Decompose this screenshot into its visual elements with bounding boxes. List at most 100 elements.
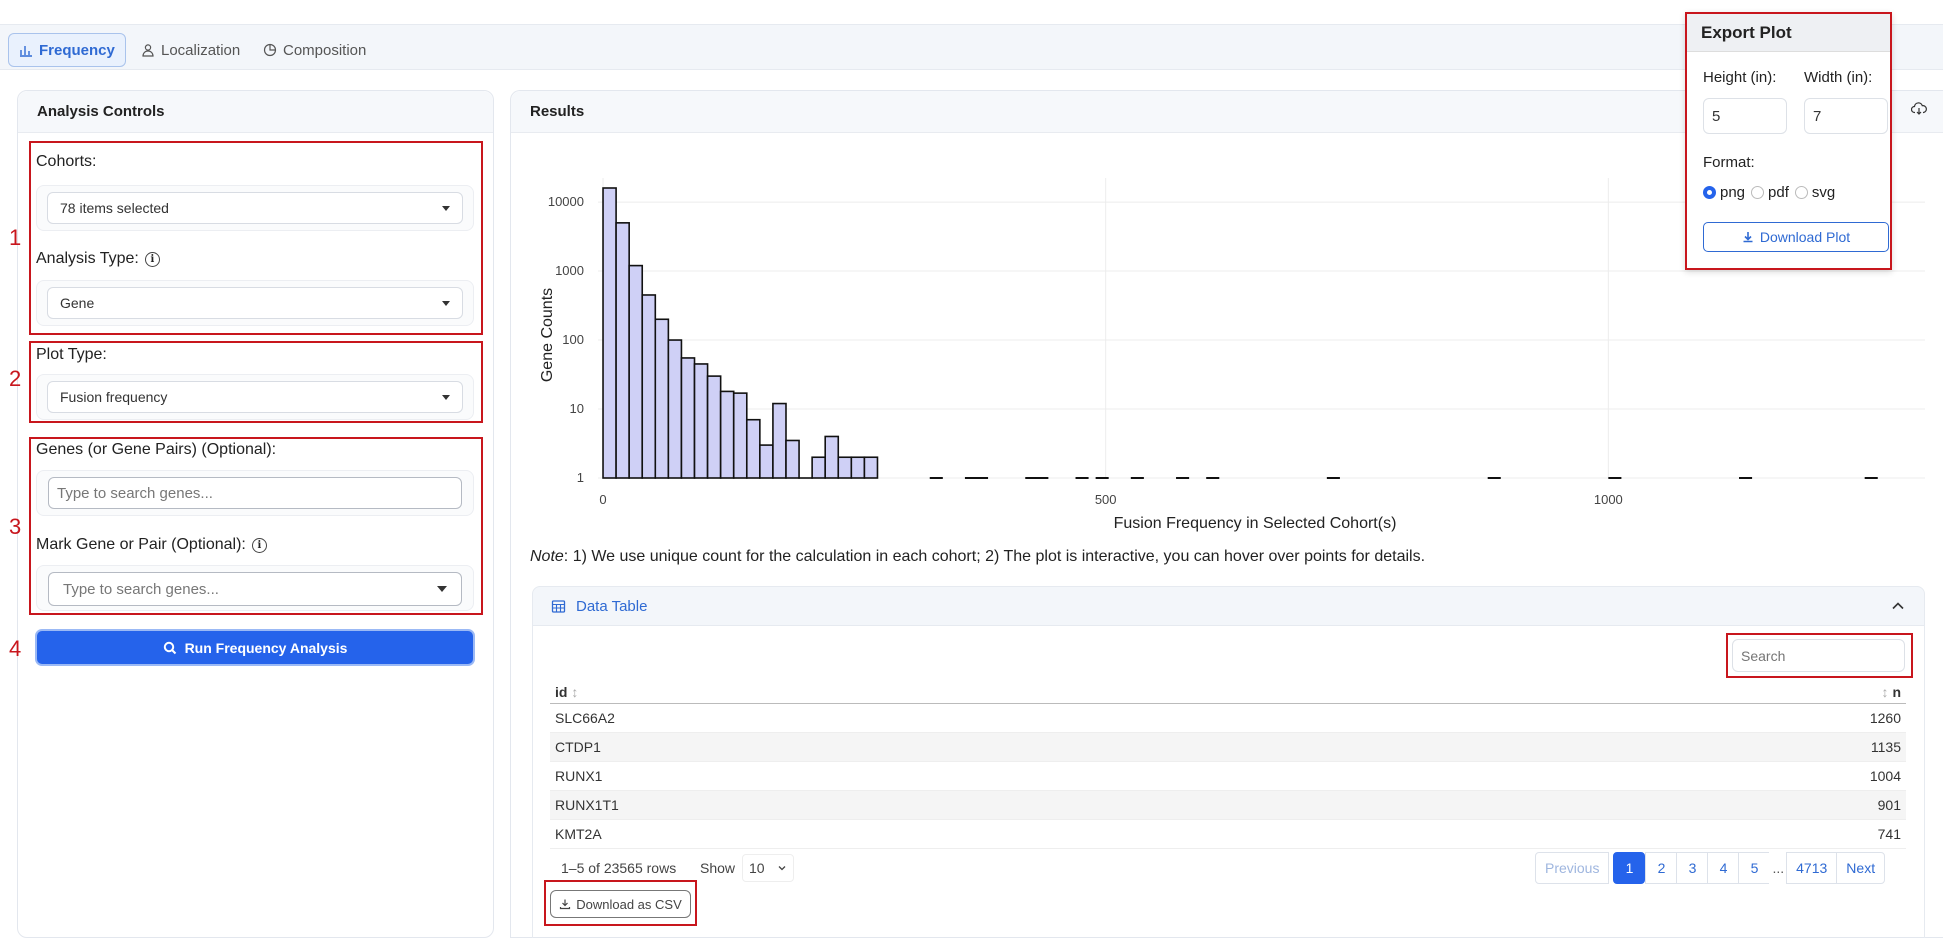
cohorts-select-wrapper: 78 items selected bbox=[36, 185, 474, 231]
cloud-download-icon[interactable] bbox=[1911, 101, 1927, 117]
download-csv-label: Download as CSV bbox=[576, 896, 682, 912]
info-icon[interactable]: i bbox=[251, 537, 267, 553]
histogram-bar bbox=[628, 264, 644, 479]
y-tick-label: 10000 bbox=[548, 194, 584, 209]
histogram-bar bbox=[863, 456, 879, 479]
analysis-type-label: Analysis Type: i bbox=[36, 250, 160, 268]
row-count-info: 1–5 of 23565 rows bbox=[561, 860, 677, 876]
mark-gene-label: Mark Gene or Pair (Optional): i bbox=[36, 536, 267, 554]
tab-composition[interactable]: Composition bbox=[253, 33, 376, 67]
format-radio-png[interactable] bbox=[1703, 186, 1716, 199]
chevron-up-icon[interactable] bbox=[1890, 598, 1906, 614]
data-table-header[interactable]: Data Table bbox=[532, 586, 1925, 626]
x-axis-label: Fusion Frequency in Selected Cohort(s) bbox=[1114, 515, 1397, 532]
pagination-previous[interactable]: Previous bbox=[1535, 852, 1610, 884]
histogram-bar bbox=[719, 390, 735, 479]
sort-icon: ↕ bbox=[1881, 683, 1889, 700]
pagination-ellipsis: ... bbox=[1769, 852, 1788, 884]
pagination-page-1[interactable]: 1 bbox=[1613, 852, 1646, 884]
pagination-page-2[interactable]: 2 bbox=[1645, 852, 1678, 884]
cell-n: 1260 bbox=[1869, 710, 1901, 726]
analysis-controls-title: Analysis Controls bbox=[18, 91, 493, 133]
caret-down-icon bbox=[442, 300, 450, 306]
data-table: id ↕ ↕ n SLC66A2 1260 CTDP1 1135 RUNX1 1004… bbox=[550, 680, 1906, 849]
info-icon[interactable]: i bbox=[144, 251, 160, 267]
pagination-page-5[interactable]: 5 bbox=[1738, 852, 1771, 884]
cohorts-select[interactable]: 78 items selected bbox=[47, 192, 463, 224]
cell-id: SLC66A2 bbox=[555, 710, 615, 726]
data-table-title: Data Table bbox=[576, 597, 648, 615]
genes-search-input[interactable]: Type to search genes... bbox=[48, 477, 462, 509]
genes-search-placeholder: Type to search genes... bbox=[57, 484, 213, 502]
pagination-page-4[interactable]: 4 bbox=[1707, 852, 1740, 884]
histogram-bar bbox=[759, 444, 774, 479]
y-axis-label: Gene Counts bbox=[539, 288, 556, 382]
download-icon bbox=[1743, 232, 1753, 243]
run-frequency-analysis-button[interactable]: Run Frequency Analysis bbox=[35, 629, 475, 666]
export-plot-popover: Export Plot Height (in): Width (in): 5 7… bbox=[1685, 12, 1892, 270]
y-tick-label: 100 bbox=[562, 332, 584, 347]
show-label: Show bbox=[700, 860, 736, 876]
pagination-page-3[interactable]: 3 bbox=[1676, 852, 1709, 884]
format-radio-svg[interactable] bbox=[1794, 186, 1808, 199]
cell-id: KMT2A bbox=[555, 826, 602, 842]
x-tick-label: 0 bbox=[599, 492, 606, 507]
column-header-n[interactable]: ↕ n bbox=[1882, 684, 1901, 700]
width-input[interactable]: 7 bbox=[1804, 98, 1888, 134]
histogram-bar bbox=[772, 402, 787, 479]
caret-down-icon bbox=[437, 586, 447, 592]
mark-gene-placeholder: Type to search genes... bbox=[63, 580, 219, 598]
histogram-bar bbox=[602, 187, 617, 479]
download-csv-button[interactable]: Download as CSV bbox=[550, 890, 691, 918]
mark-gene-select[interactable]: Type to search genes... bbox=[48, 572, 462, 606]
pie-chart-icon bbox=[263, 43, 277, 57]
pagination-page-last[interactable]: 4713 bbox=[1786, 852, 1838, 884]
cohorts-select-value: 78 items selected bbox=[60, 200, 169, 216]
format-radio-pdf[interactable] bbox=[1751, 186, 1765, 199]
analysis-type-select[interactable]: Gene bbox=[47, 287, 463, 319]
y-tick-label: 1000 bbox=[555, 263, 584, 278]
cohorts-label: Cohorts: bbox=[36, 153, 97, 170]
chevron-down-icon bbox=[778, 866, 786, 871]
format-svg-label: svg bbox=[1811, 184, 1836, 201]
tab-frequency[interactable]: Frequency bbox=[8, 33, 126, 67]
histogram-bar bbox=[785, 439, 800, 479]
plot-type-select-wrapper: Fusion frequency bbox=[36, 374, 474, 420]
note-prefix: Note bbox=[530, 548, 564, 565]
step-number-4: 4 bbox=[9, 636, 22, 661]
table-search-input[interactable] bbox=[1732, 639, 1905, 672]
download-plot-label: Download Plot bbox=[1759, 229, 1851, 245]
step-number-2: 2 bbox=[9, 366, 22, 391]
cell-n: 741 bbox=[1877, 826, 1901, 842]
table-row: RUNX1 1004 bbox=[550, 762, 1906, 791]
tab-bar: Frequency Localization Composition bbox=[0, 24, 1943, 70]
histogram-bar bbox=[811, 456, 826, 479]
analysis-type-select-value: Gene bbox=[60, 295, 95, 311]
run-button-label: Run Frequency Analysis bbox=[184, 639, 348, 656]
width-label: Width (in): bbox=[1804, 69, 1873, 86]
histogram-bar bbox=[654, 318, 670, 479]
cell-id: RUNX1 bbox=[555, 768, 603, 784]
histogram-bar bbox=[824, 435, 840, 479]
histogram-bar bbox=[615, 222, 630, 479]
table-row: SLC66A2 1260 bbox=[550, 704, 1906, 733]
step-number-1: 1 bbox=[9, 225, 22, 250]
column-header-id[interactable]: id ↕ bbox=[555, 684, 578, 700]
pagination-next[interactable]: Next bbox=[1836, 852, 1886, 884]
page-size-select[interactable]: 10 bbox=[742, 854, 794, 882]
page-size-value: 10 bbox=[749, 860, 765, 876]
download-plot-button[interactable]: Download Plot bbox=[1703, 222, 1889, 252]
histogram-bar bbox=[732, 392, 748, 479]
caret-down-icon bbox=[442, 394, 450, 400]
histogram-bar bbox=[693, 363, 709, 479]
format-label: Format: bbox=[1703, 154, 1755, 171]
tab-localization[interactable]: Localization bbox=[131, 33, 250, 67]
cell-id: RUNX1T1 bbox=[555, 797, 619, 813]
plot-type-select[interactable]: Fusion frequency bbox=[47, 381, 463, 413]
export-plot-title: Export Plot bbox=[1687, 14, 1890, 52]
tab-label: Localization bbox=[161, 41, 241, 59]
histogram-bar bbox=[641, 294, 657, 479]
height-input[interactable]: 5 bbox=[1703, 98, 1787, 134]
format-radio-group: png pdf svg bbox=[1703, 184, 1835, 201]
cell-n: 1004 bbox=[1869, 768, 1901, 784]
